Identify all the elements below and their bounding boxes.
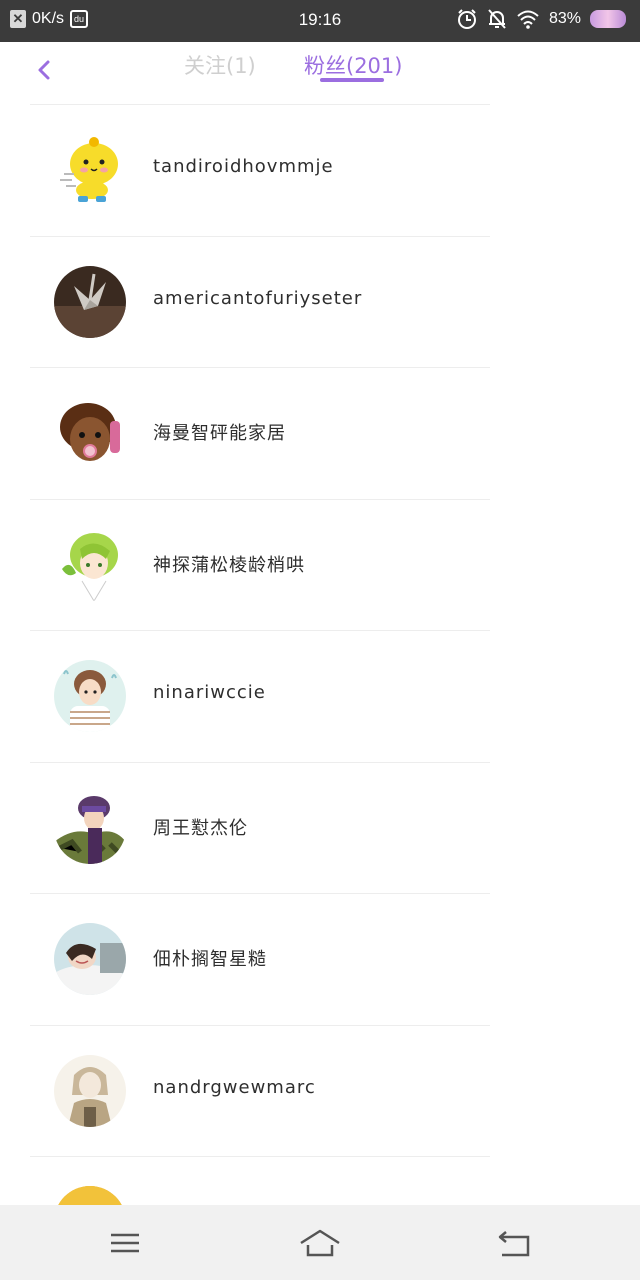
status-bar: ✕ 0K/s du 19:16 83% bbox=[0, 0, 640, 42]
divider bbox=[30, 235, 490, 237]
mute-notifications-icon bbox=[488, 9, 506, 29]
divider bbox=[30, 630, 490, 631]
list-item[interactable]: 神探蒲松棱龄梢哄 bbox=[0, 498, 640, 631]
avatar[interactable] bbox=[54, 265, 126, 338]
follower-name: 海曼智砰能家居 bbox=[153, 423, 286, 444]
alarm-icon bbox=[457, 9, 476, 29]
back-button[interactable] bbox=[28, 54, 60, 86]
battery-level: 83% bbox=[548, 10, 581, 27]
header: 关注(1) 粉丝(201) bbox=[0, 42, 640, 104]
divider bbox=[30, 498, 490, 500]
followers-list: tandiroidhovmmje americantofuriyseter 海曼… bbox=[0, 104, 640, 1288]
list-item[interactable]: ninariwccie bbox=[0, 630, 640, 762]
follower-name: ninariwccie bbox=[153, 682, 266, 703]
divider bbox=[30, 104, 490, 105]
list-item[interactable]: 佃朴搁智星糙 bbox=[0, 893, 640, 1025]
follower-name: 佃朴搁智星糙 bbox=[153, 949, 267, 970]
back-nav-button[interactable] bbox=[496, 1225, 536, 1261]
avatar[interactable] bbox=[54, 1054, 126, 1127]
list-item[interactable]: americantofuriyseter bbox=[0, 235, 640, 368]
avatar[interactable] bbox=[54, 923, 126, 995]
divider bbox=[30, 893, 490, 894]
avatar[interactable] bbox=[54, 528, 126, 601]
avatar[interactable] bbox=[54, 660, 126, 732]
back-arrow-icon bbox=[498, 1231, 530, 1257]
follower-name: 神探蒲松棱龄梢哄 bbox=[153, 554, 305, 576]
tab-followers[interactable]: 粉丝(201) bbox=[304, 50, 402, 80]
avatar[interactable] bbox=[54, 397, 126, 469]
follower-name: 周王懟杰伦 bbox=[153, 817, 248, 839]
follower-name: nandrgwewmarc bbox=[153, 1076, 316, 1098]
list-item[interactable]: 海曼智砰能家居 bbox=[0, 367, 640, 499]
list-item[interactable]: tandiroidhovmmje bbox=[0, 104, 640, 236]
chevron-left-icon bbox=[38, 60, 50, 80]
menu-button[interactable] bbox=[105, 1225, 145, 1261]
home-button[interactable] bbox=[298, 1225, 342, 1261]
active-tab-indicator bbox=[320, 78, 384, 82]
follower-name: americantofuriyseter bbox=[153, 287, 363, 309]
list-item[interactable]: nandrgwewmarc bbox=[0, 1024, 640, 1157]
divider bbox=[30, 1156, 490, 1157]
avatar[interactable] bbox=[54, 134, 126, 206]
list-item[interactable]: 周王懟杰伦 bbox=[0, 761, 640, 894]
system-nav-bar bbox=[0, 1205, 640, 1280]
menu-icon bbox=[111, 1233, 139, 1253]
divider bbox=[30, 367, 490, 368]
status-right: 83% bbox=[456, 8, 626, 30]
tab-following[interactable]: 关注(1) bbox=[184, 50, 256, 80]
follower-name: tandiroidhovmmje bbox=[153, 156, 334, 177]
divider bbox=[30, 1024, 490, 1026]
wifi-icon bbox=[517, 10, 539, 29]
avatar[interactable] bbox=[54, 791, 126, 864]
divider bbox=[30, 761, 490, 763]
home-icon bbox=[300, 1229, 340, 1257]
emoji-status-icon bbox=[590, 10, 626, 28]
